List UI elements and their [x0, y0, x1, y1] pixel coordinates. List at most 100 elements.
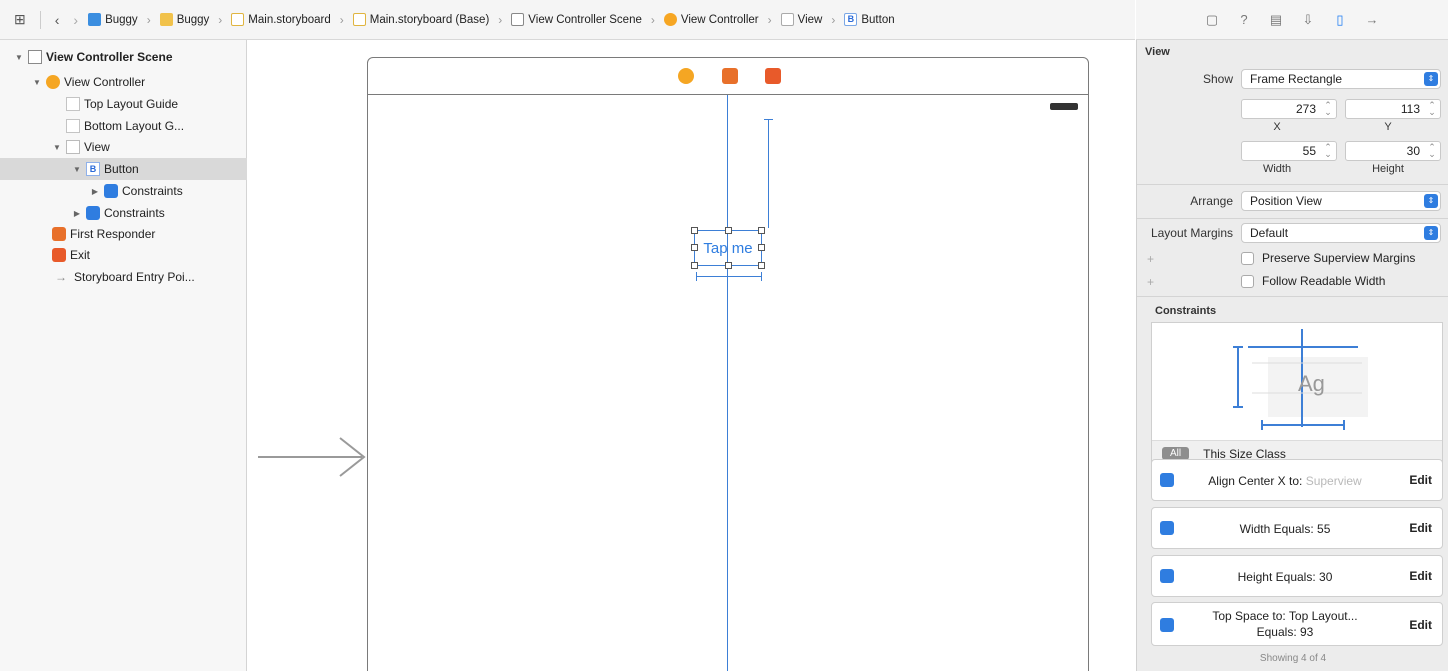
view-icon	[66, 140, 80, 154]
stepper-icon[interactable]: ⌃ ⌄	[1324, 143, 1332, 159]
resize-handle[interactable]	[758, 244, 765, 251]
project-icon	[88, 13, 102, 26]
outline-item-scene[interactable]: ▼ View Controller Scene	[0, 46, 247, 68]
button-icon: B	[86, 162, 100, 176]
constraint-row-width[interactable]: Width Equals: 55 Edit	[1151, 507, 1443, 549]
size-inspector-icon[interactable]: ▯	[1332, 12, 1348, 28]
outline-item-view-controller[interactable]: ▼ View Controller	[0, 71, 247, 93]
resize-handle[interactable]	[758, 262, 765, 269]
outline-item-button-constraints[interactable]: ▶ Constraints	[0, 180, 247, 202]
constraint-row-top-space[interactable]: Top Space to: Top Layout... Equals: 93 E…	[1151, 602, 1443, 646]
edit-button[interactable]: Edit	[1409, 473, 1432, 487]
attributes-inspector-icon[interactable]: ⇩	[1300, 12, 1316, 28]
breadcrumb-button[interactable]: B Button	[844, 13, 895, 26]
disclosure-triangle-icon[interactable]: ▼	[32, 78, 42, 87]
view-controller-icon	[46, 75, 60, 89]
follow-readable-width-checkbox[interactable]: Follow Readable Width	[1241, 274, 1385, 288]
constraints-editor[interactable]: Ag All This Size Class	[1151, 322, 1443, 467]
constraint-cap	[761, 272, 762, 281]
scene-icon	[28, 50, 42, 64]
identity-inspector-icon[interactable]: ▤	[1268, 12, 1284, 28]
width-constraint-line[interactable]	[696, 276, 762, 277]
add-variation-icon[interactable]: +	[1147, 275, 1154, 289]
resize-handle[interactable]	[691, 244, 698, 251]
file-inspector-icon[interactable]: ▢	[1204, 12, 1220, 28]
breadcrumb-separator: ›	[767, 12, 772, 27]
constraint-row-center-x[interactable]: Align Center X to: Superview Edit	[1151, 459, 1443, 501]
outline-item-button[interactable]: ▼ B Button	[0, 158, 247, 180]
resize-handle[interactable]	[758, 227, 765, 234]
view-controller-icon[interactable]	[678, 68, 694, 84]
breadcrumb-storyboard-base[interactable]: Main.storyboard (Base)	[352, 13, 489, 26]
constraint-row-height[interactable]: Height Equals: 30 Edit	[1151, 555, 1443, 597]
outline-item-bottom-layout-guide[interactable]: Bottom Layout G...	[0, 115, 247, 137]
outline-item-top-layout-guide[interactable]: Top Layout Guide	[0, 93, 247, 115]
layout-margins-popup[interactable]: Default ⇕	[1241, 223, 1441, 243]
disclosure-triangle-icon[interactable]: ▶	[72, 209, 82, 218]
disclosure-triangle-icon[interactable]: ▼	[14, 53, 24, 62]
stepper-icon[interactable]: ⌃ ⌄	[1428, 143, 1436, 159]
breadcrumb-separator: ›	[650, 12, 655, 27]
height-field[interactable]: 30 ⌃ ⌄	[1345, 141, 1441, 161]
first-responder-icon[interactable]	[722, 68, 738, 84]
breadcrumb-storyboard[interactable]: Main.storyboard	[231, 13, 331, 26]
y-field[interactable]: 113 ⌃ ⌄	[1345, 99, 1441, 119]
quick-help-icon[interactable]: ?	[1236, 12, 1252, 28]
checkbox[interactable]	[1241, 274, 1254, 288]
outline-item-view-constraints[interactable]: ▶ Constraints	[0, 202, 247, 224]
edit-button[interactable]: Edit	[1409, 569, 1432, 583]
constraints-count: Showing 4 of 4	[1259, 653, 1327, 664]
breadcrumb-view[interactable]: View	[780, 13, 822, 26]
forward-button[interactable]: ›	[69, 12, 82, 28]
x-field[interactable]: 273 ⌃ ⌄	[1241, 99, 1337, 119]
checkbox[interactable]	[1241, 251, 1254, 265]
outline-item-first-responder[interactable]: First Responder	[0, 223, 247, 245]
popup-arrows-icon: ⇕	[1424, 72, 1438, 86]
top-space-constraint-line[interactable]	[768, 119, 769, 228]
breadcrumb-scene[interactable]: View Controller Scene	[511, 13, 642, 26]
view-controller-frame[interactable]	[367, 57, 1089, 671]
jump-bar: ⊞ ‹ › Buggy › Buggy › Main.storyboard › …	[0, 0, 1135, 40]
document-outline: ▼ View Controller Scene ▼ View Controlle…	[0, 40, 247, 671]
breadcrumb-separator: ›	[339, 12, 344, 27]
scene-icon	[511, 13, 525, 26]
connections-inspector-icon[interactable]: →	[1364, 12, 1380, 28]
resize-handle[interactable]	[691, 262, 698, 269]
breadcrumb-folder[interactable]: Buggy	[159, 13, 209, 26]
divider	[39, 10, 41, 29]
constraint-text: Align Center X to: Superview	[1208, 474, 1362, 488]
resize-handle[interactable]	[691, 227, 698, 234]
view-icon	[780, 13, 794, 26]
resize-handle[interactable]	[725, 262, 732, 269]
edit-button[interactable]: Edit	[1409, 618, 1432, 632]
breadcrumb-project[interactable]: Buggy	[88, 13, 138, 26]
popup-arrows-icon: ⇕	[1424, 226, 1438, 240]
stepper-icon[interactable]: ⌃ ⌄	[1324, 101, 1332, 117]
arrange-popup[interactable]: Position View ⇕	[1241, 191, 1441, 211]
outline-item-view[interactable]: ▼ View	[0, 136, 247, 158]
outline-item-entry-point[interactable]: → Storyboard Entry Poi...	[0, 266, 247, 288]
y-caption: Y	[1384, 121, 1392, 133]
resize-handle[interactable]	[725, 227, 732, 234]
divider	[1137, 296, 1448, 297]
disclosure-triangle-icon[interactable]: ▼	[52, 143, 62, 152]
entry-arrow-icon: →	[55, 270, 67, 284]
add-variation-icon[interactable]: +	[1147, 252, 1154, 266]
preserve-superview-margins-checkbox[interactable]: Preserve Superview Margins	[1241, 251, 1415, 265]
related-items-icon[interactable]: ⊞	[10, 11, 30, 28]
disclosure-triangle-icon[interactable]: ▶	[90, 187, 100, 196]
show-popup[interactable]: Frame Rectangle ⇕	[1241, 69, 1441, 89]
stepper-icon[interactable]: ⌃ ⌄	[1428, 101, 1436, 117]
exit-icon[interactable]	[765, 68, 781, 84]
constraints-icon	[104, 184, 118, 198]
outline-item-exit[interactable]: Exit	[0, 244, 247, 266]
edit-button[interactable]: Edit	[1409, 521, 1432, 535]
width-field[interactable]: 55 ⌃ ⌄	[1241, 141, 1337, 161]
storyboard-file-icon	[231, 13, 245, 26]
back-button[interactable]: ‹	[51, 12, 64, 28]
breadcrumb-view-controller[interactable]: View Controller	[663, 13, 759, 26]
arrange-label: Arrange	[1190, 194, 1233, 208]
disclosure-triangle-icon[interactable]: ▼	[72, 165, 82, 174]
center-x-guide	[727, 95, 728, 671]
folder-icon	[159, 13, 173, 26]
